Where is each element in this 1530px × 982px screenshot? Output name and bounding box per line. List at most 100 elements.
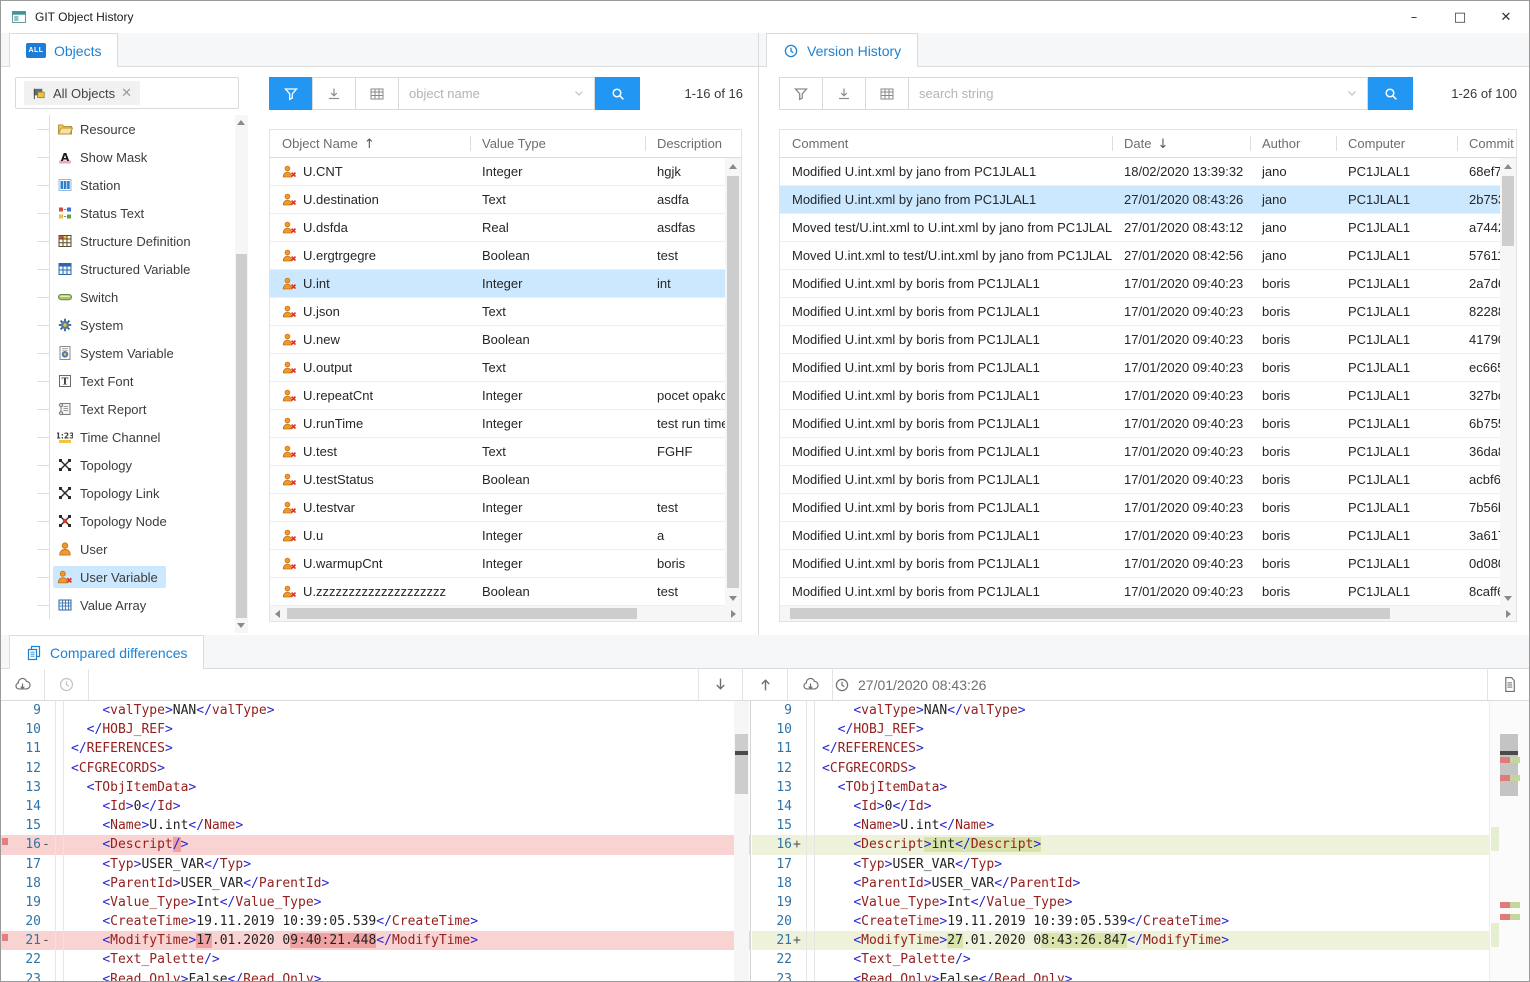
next-difference-button[interactable] [698, 669, 743, 700]
scroll-right-icon[interactable] [1506, 610, 1511, 618]
history-row[interactable]: Modified U.int.xml by boris from PC1JLAL… [780, 410, 1516, 438]
object-row[interactable]: U.runTime Integer test run time [270, 410, 741, 438]
object-row[interactable]: U.destination Text asdfa [270, 186, 741, 214]
column-header-commit[interactable]: Commit [1457, 130, 1516, 157]
sidebar-item[interactable]: User Variable [9, 563, 231, 591]
object-row[interactable]: U.ergtrgegre Boolean test [270, 242, 741, 270]
sidebar-item[interactable]: T Text Font [9, 367, 231, 395]
object-row[interactable]: U.testvar Integer test [270, 494, 741, 522]
history-row[interactable]: Moved test/U.int.xml to U.int.xml by jan… [780, 214, 1516, 242]
object-row[interactable]: U.repeatCnt Integer pocet opakovani [270, 382, 741, 410]
scroll-down-icon[interactable] [237, 623, 245, 628]
export-button[interactable] [822, 77, 866, 110]
scroll-up-icon[interactable] [237, 120, 245, 125]
sidebar-item[interactable]: Status Text [9, 199, 231, 227]
export-button[interactable] [312, 77, 356, 110]
column-header-value-type[interactable]: Value Type [470, 130, 645, 157]
object-row[interactable]: U.u Integer a [270, 522, 741, 550]
history-search-input[interactable] [908, 77, 1368, 110]
object-row[interactable]: U.json Text [270, 298, 741, 326]
history-row[interactable]: Modified U.int.xml by boris from PC1JLAL… [780, 550, 1516, 578]
filter-button[interactable] [779, 77, 823, 110]
search-button[interactable] [595, 77, 640, 110]
object-row[interactable]: U.new Boolean [270, 326, 741, 354]
history-row[interactable]: Modified U.int.xml by boris from PC1JLAL… [780, 326, 1516, 354]
scroll-down-icon[interactable] [1504, 596, 1512, 601]
minimize-button[interactable]: – [1391, 1, 1437, 33]
sidebar-item[interactable]: System Variable [9, 339, 231, 367]
history-row[interactable]: Moved U.int.xml to test/U.int.xml by jan… [780, 242, 1516, 270]
history-row[interactable]: Modified U.int.xml by boris from PC1JLAL… [780, 354, 1516, 382]
diff-overview-ruler[interactable] [1489, 701, 1530, 982]
object-row[interactable]: U.warmupCnt Integer boris [270, 550, 741, 578]
history-row[interactable]: Modified U.int.xml by boris from PC1JLAL… [780, 382, 1516, 410]
sidebar-item[interactable]: Value Array [9, 591, 231, 619]
search-button[interactable] [1368, 77, 1413, 110]
all-objects-chip[interactable]: All Objects ✕ [24, 81, 140, 105]
object-row[interactable]: U.testStatus Boolean [270, 466, 741, 494]
scroll-left-icon[interactable] [275, 610, 280, 618]
history-row[interactable]: Modified U.int.xml by boris from PC1JLAL… [780, 522, 1516, 550]
sidebar-item[interactable]: User [9, 535, 231, 563]
column-header-object-name[interactable]: Object Name↑ [270, 130, 470, 157]
sidebar-item[interactable]: A Show Mask [9, 143, 231, 171]
object-type-filter-box[interactable]: All Objects ✕ [15, 77, 239, 109]
object-row[interactable]: U.int Integer int [270, 270, 741, 298]
sidebar-item[interactable]: Topology [9, 451, 231, 479]
object-row[interactable]: U.output Text [270, 354, 741, 382]
history-row[interactable]: Modified U.int.xml by boris from PC1JLAL… [780, 466, 1516, 494]
sidebar-item[interactable]: Topology Node [9, 507, 231, 535]
close-button[interactable]: ✕ [1483, 1, 1529, 33]
object-row[interactable]: U.test Text FGHF [270, 438, 741, 466]
previous-difference-button[interactable] [743, 669, 788, 700]
tab-compared-differences[interactable]: Compared differences [9, 635, 204, 669]
history-row[interactable]: Modified U.int.xml by boris from PC1JLAL… [780, 298, 1516, 326]
columns-button[interactable] [865, 77, 909, 110]
column-header-comment[interactable]: Comment [780, 130, 1112, 157]
sidebar-item[interactable]: 1:23 Time Channel [9, 423, 231, 451]
history-row[interactable]: Modified U.int.xml by boris from PC1JLAL… [780, 438, 1516, 466]
history-hscrollbar[interactable] [780, 606, 1516, 621]
column-header-description[interactable]: Description [645, 130, 741, 157]
object-row[interactable]: U.zzzzzzzzzzzzzzzzzzzz Boolean test [270, 578, 741, 606]
chip-close-icon[interactable]: ✕ [121, 85, 132, 101]
tab-version-history[interactable]: Version History [766, 33, 918, 67]
sidebar-item[interactable]: Resource [9, 115, 231, 143]
sidebar-item[interactable]: Structure Definition [9, 227, 231, 255]
column-header-author[interactable]: Author [1250, 130, 1336, 157]
sidebar-item[interactable]: Switch [9, 283, 231, 311]
load-right-version-button[interactable] [788, 669, 833, 700]
left-version-time-button[interactable] [45, 669, 89, 700]
scroll-down-icon[interactable] [729, 596, 737, 601]
chevron-down-icon[interactable] [1344, 85, 1360, 101]
history-row[interactable]: Modified U.int.xml by boris from PC1JLAL… [780, 578, 1516, 606]
history-row[interactable]: Modified U.int.xml by jano from PC1JLAL1… [780, 158, 1516, 186]
objects-vscrollbar[interactable] [725, 158, 741, 607]
load-left-version-button[interactable] [1, 669, 45, 700]
column-header-date[interactable]: Date↓ [1112, 130, 1250, 157]
history-row[interactable]: Modified U.int.xml by jano from PC1JLAL1… [780, 186, 1516, 214]
object-name-search-input[interactable] [398, 77, 595, 110]
scroll-right-icon[interactable] [731, 610, 736, 618]
tab-objects[interactable]: ALL Objects [9, 33, 118, 67]
maximize-button[interactable]: □ [1437, 1, 1483, 33]
chevron-down-icon[interactable] [571, 85, 587, 101]
sidebar-scrollbar[interactable] [235, 115, 248, 633]
scroll-up-icon[interactable] [729, 164, 737, 169]
document-button[interactable] [1487, 669, 1530, 700]
object-row[interactable]: U.CNT Integer hgjk [270, 158, 741, 186]
sidebar-item[interactable]: Text Report [9, 395, 231, 423]
history-vscrollbar[interactable] [1500, 158, 1516, 607]
objects-hscrollbar[interactable] [270, 606, 741, 621]
sidebar-item[interactable]: Structured Variable [9, 255, 231, 283]
history-row[interactable]: Modified U.int.xml by boris from PC1JLAL… [780, 270, 1516, 298]
scroll-up-icon[interactable] [1504, 164, 1512, 169]
object-row[interactable]: U.dsfda Real asdfas [270, 214, 741, 242]
columns-button[interactable] [355, 77, 399, 110]
sidebar-item[interactable]: System [9, 311, 231, 339]
diff-left-scrollbar[interactable] [734, 701, 749, 982]
history-row[interactable]: Modified U.int.xml by boris from PC1JLAL… [780, 494, 1516, 522]
filter-button[interactable] [269, 77, 313, 110]
sidebar-item[interactable]: Station [9, 171, 231, 199]
column-header-computer[interactable]: Computer [1336, 130, 1457, 157]
